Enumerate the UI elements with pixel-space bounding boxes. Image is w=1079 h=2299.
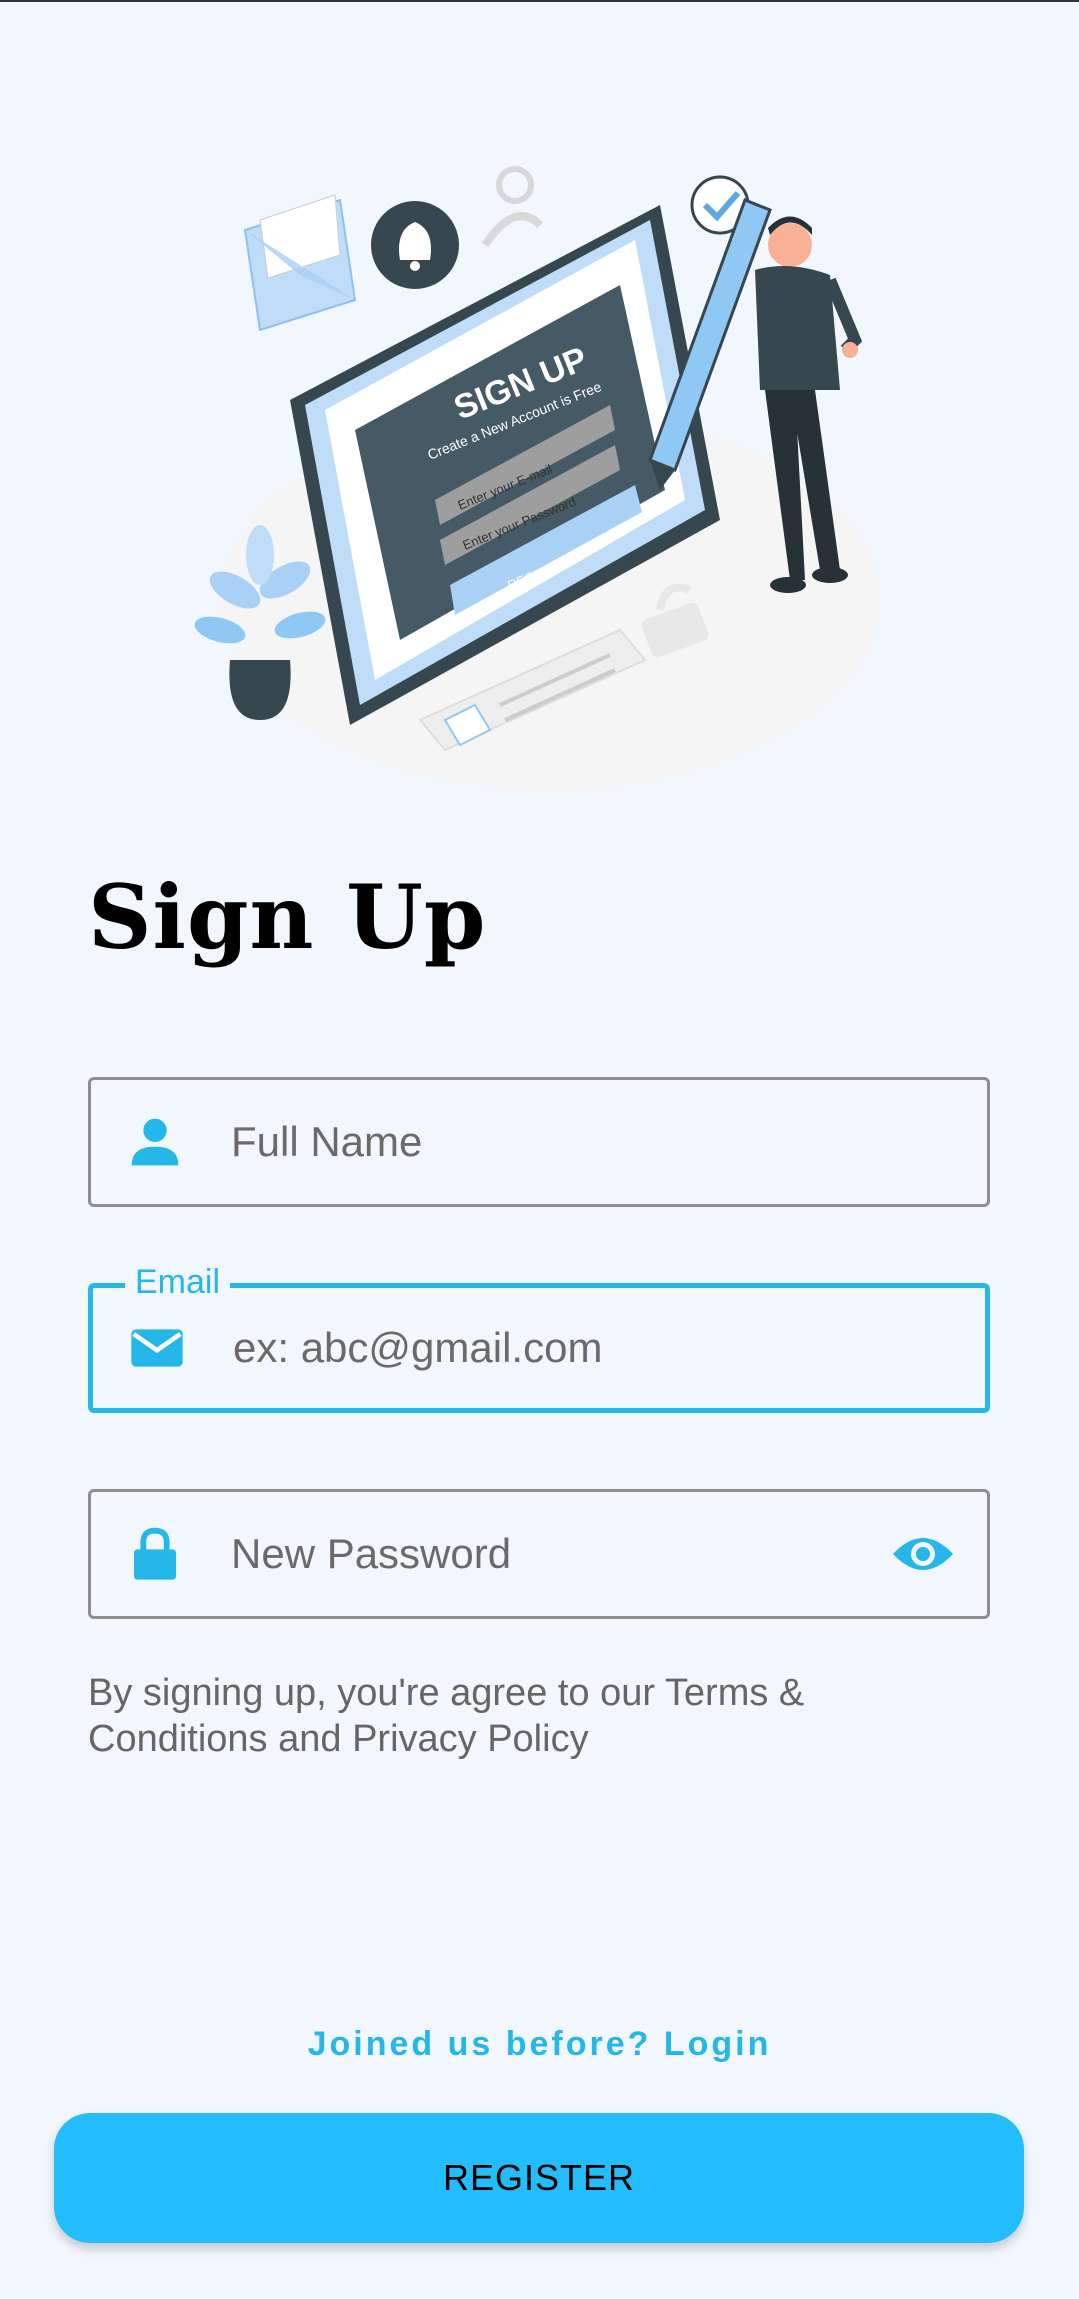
email-field[interactable]: Email ex: abc@gmail.com <box>88 1260 990 1413</box>
register-button[interactable]: REGISTER <box>54 2113 1024 2243</box>
lock-icon <box>134 1527 176 1580</box>
login-link[interactable]: Joined us before? Login <box>0 2025 1079 2064</box>
full-name-field[interactable]: Full Name <box>88 1077 990 1207</box>
user-icon <box>481 166 543 248</box>
full-name-placeholder: Full Name <box>231 1118 423 1165</box>
page-title: Sign Up <box>88 865 487 969</box>
person-icon <box>131 1118 179 1166</box>
password-placeholder: New Password <box>231 1530 512 1577</box>
signup-screen: SIGN UP Create a New Account is Free Ent… <box>0 0 1079 2299</box>
password-field[interactable]: New Password <box>88 1489 990 1619</box>
mail-icon <box>131 1329 183 1367</box>
bell-icon <box>371 201 459 289</box>
terms-text: By signing up, you're agree to our Terms… <box>88 1672 805 1760</box>
email-label: Email <box>125 1260 231 1304</box>
status-divider <box>0 0 1079 2</box>
eye-icon[interactable] <box>891 1530 955 1578</box>
envelope-icon <box>243 194 357 332</box>
signup-illustration: SIGN UP Create a New Account is Free Ent… <box>194 166 880 790</box>
email-placeholder: ex: abc@gmail.com <box>233 1324 603 1371</box>
